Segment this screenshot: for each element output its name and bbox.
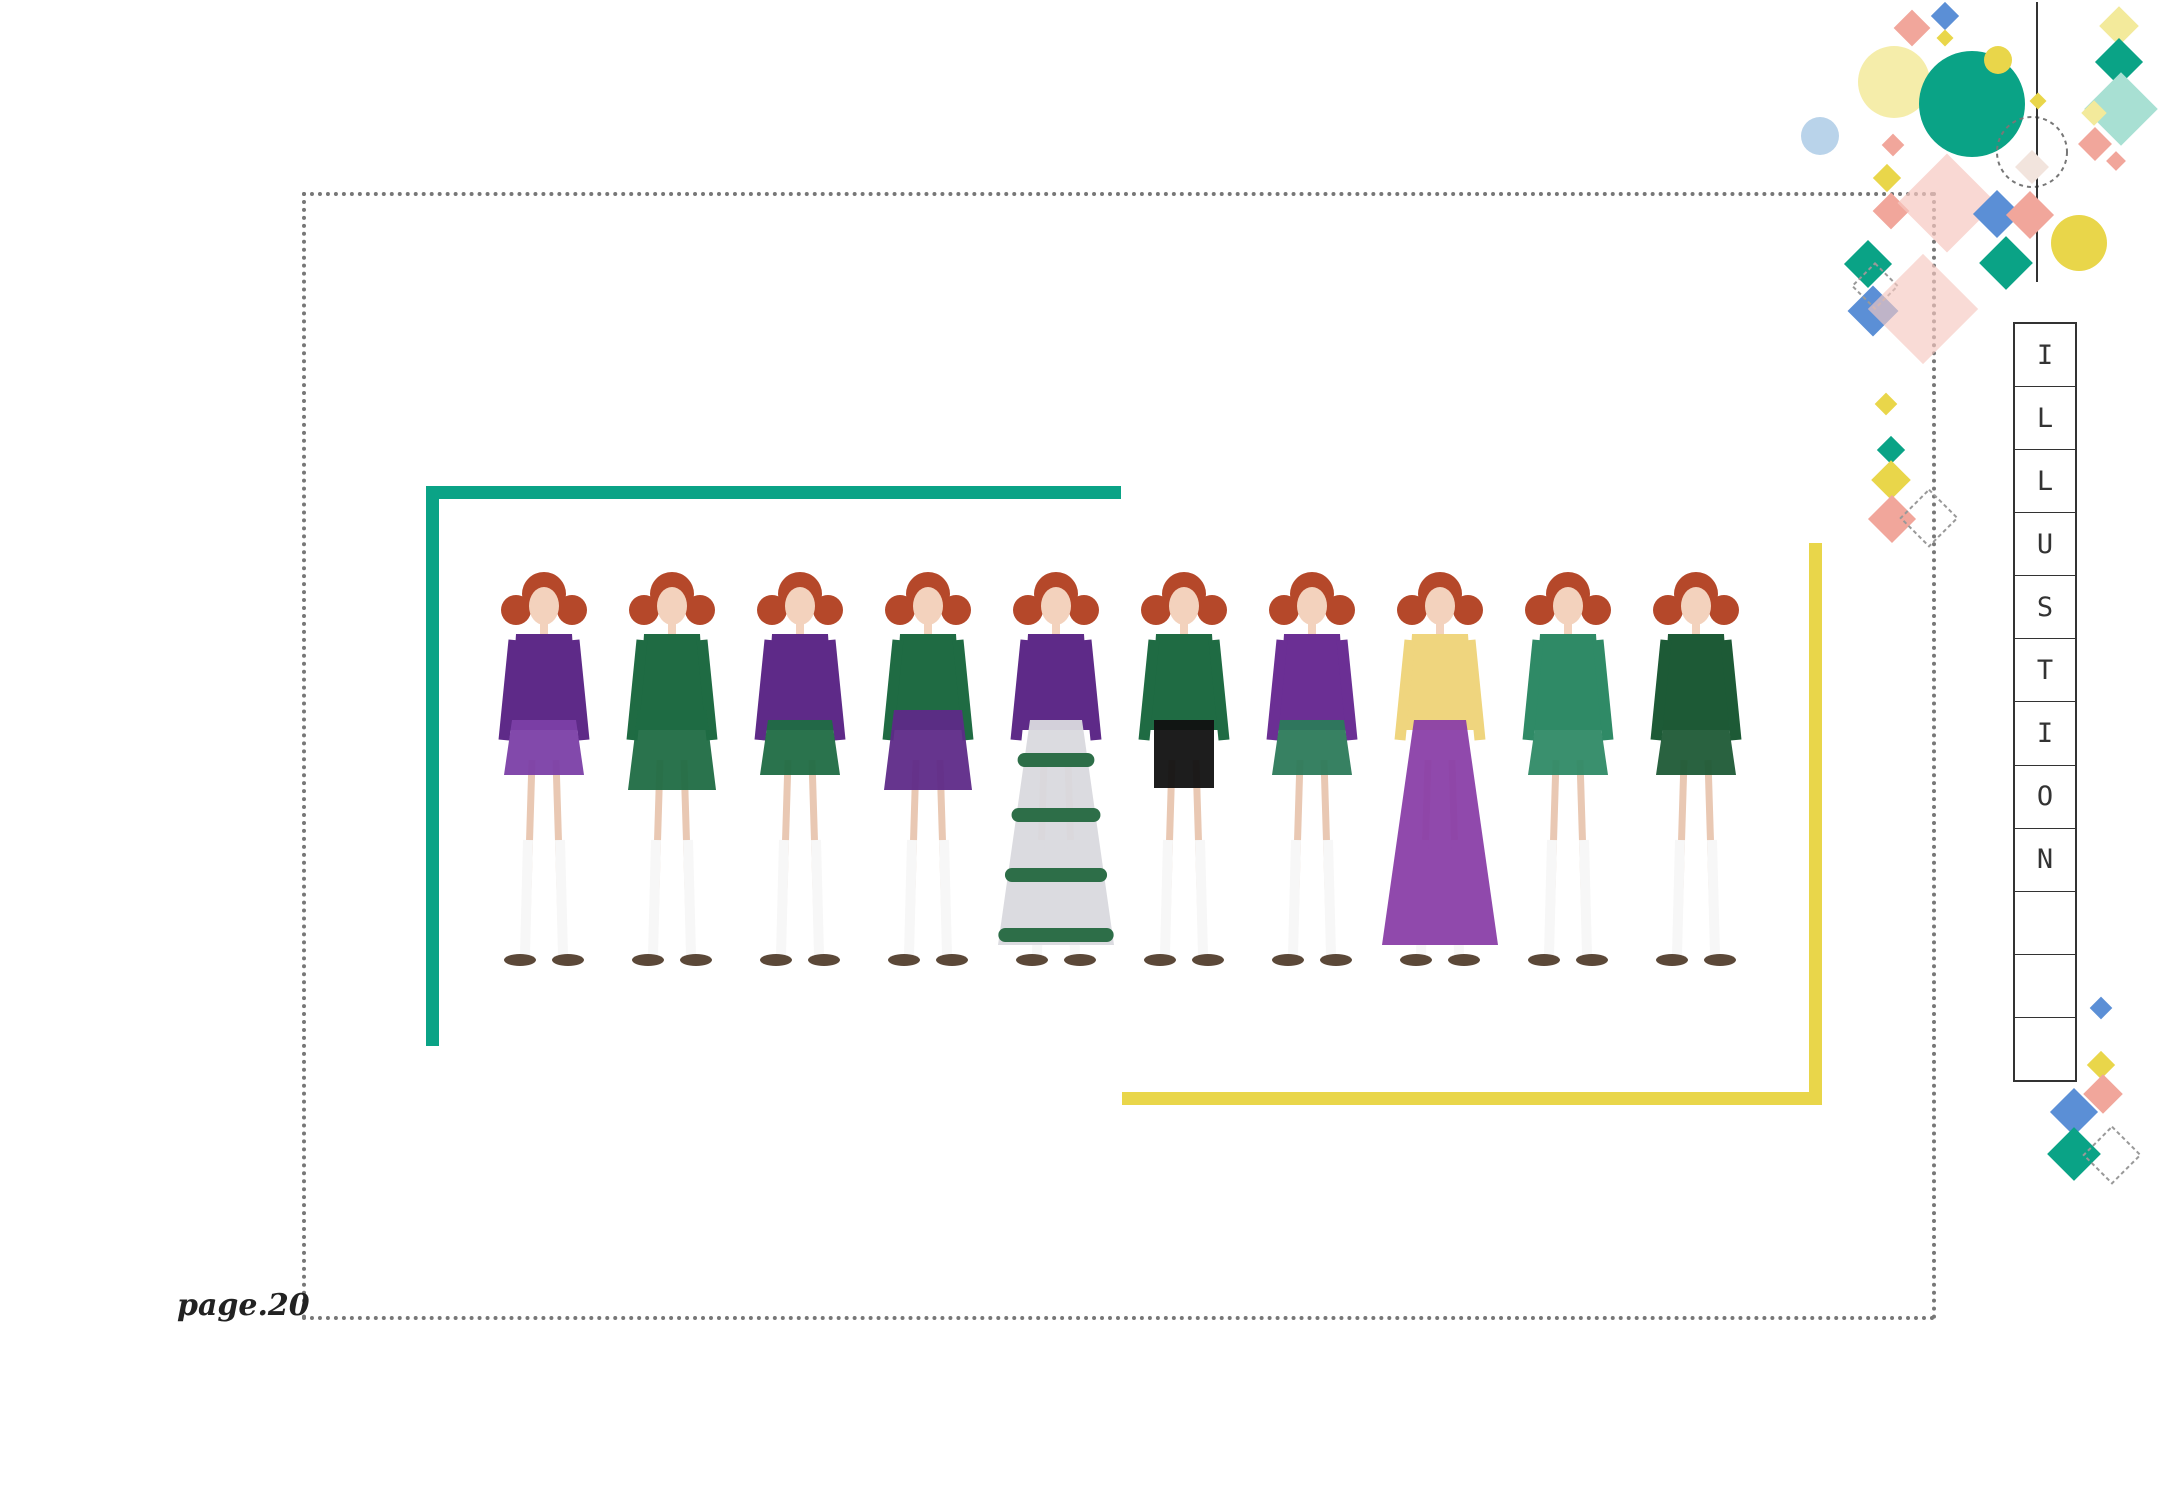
fashion-figure bbox=[1266, 572, 1358, 966]
illusion-vertical-label: I L L U S T I O N bbox=[2013, 322, 2077, 1082]
letter-cell: U bbox=[2015, 513, 2075, 577]
letter-cell: I bbox=[2015, 324, 2075, 388]
teal-corner-left bbox=[426, 486, 439, 1046]
empty-cell bbox=[2015, 955, 2075, 1018]
letter-cell: I bbox=[2015, 702, 2075, 766]
fashion-figure bbox=[498, 572, 590, 966]
geometric-decoration bbox=[1801, 1, 2158, 1185]
letter-cell: T bbox=[2015, 639, 2075, 703]
letter-cell: N bbox=[2015, 829, 2075, 892]
fashion-figure bbox=[754, 572, 846, 966]
empty-cell bbox=[2015, 892, 2075, 955]
letter-cell: L bbox=[2015, 387, 2075, 451]
letter-cell: O bbox=[2015, 766, 2075, 829]
fashion-figure bbox=[1382, 572, 1498, 966]
page-number: page.20 bbox=[177, 1288, 310, 1323]
fashion-figure bbox=[998, 572, 1114, 966]
fashion-figure bbox=[626, 572, 718, 966]
teal-corner-top bbox=[426, 486, 1121, 499]
fashion-figure bbox=[1522, 572, 1614, 966]
letter-cell: L bbox=[2015, 450, 2075, 514]
fashion-figure bbox=[1138, 572, 1230, 966]
fashion-illustration bbox=[498, 572, 1742, 966]
yellow-corner-bottom bbox=[1122, 1092, 1822, 1105]
letter-cell: S bbox=[2015, 576, 2075, 640]
empty-cell bbox=[2015, 1018, 2075, 1080]
fashion-figure bbox=[1650, 572, 1742, 966]
fashion-figure bbox=[882, 572, 974, 966]
